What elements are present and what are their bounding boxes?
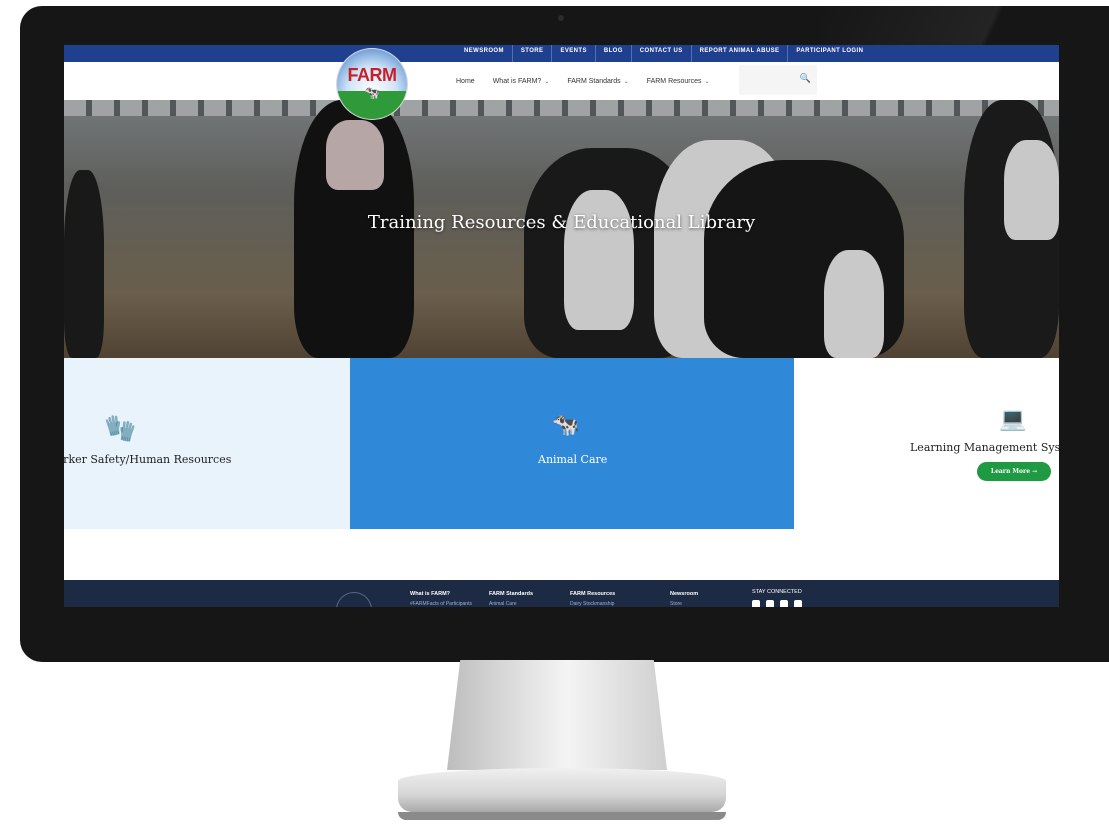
chevron-down-icon: ⌄ — [704, 78, 710, 85]
cow-icon: 🐄 — [364, 85, 381, 100]
footer-sub-stockmanship[interactable]: Dairy Stockmanship — [570, 601, 614, 607]
content-gap — [64, 529, 1059, 580]
utility-link-contact[interactable]: CONTACT US — [630, 45, 691, 62]
footer: What is FARM? #FARMFacts of Participants… — [64, 580, 1059, 607]
chevron-down-icon: ⌄ — [544, 78, 550, 85]
card-animal-care[interactable]: 🐄 Animal Care — [350, 358, 794, 529]
webcam — [558, 15, 564, 21]
utility-link-blog[interactable]: BLOG — [594, 45, 631, 62]
nav-home-label: Home — [456, 77, 475, 85]
card-animal-care-label: Animal Care — [538, 453, 608, 466]
search-icon[interactable]: 🔍 — [800, 73, 811, 84]
utility-link-store[interactable]: STORE — [511, 45, 552, 62]
card-learning-management[interactable]: 💻 Learning Management System Learn More … — [794, 358, 1059, 529]
card-learning-management-label: Learning Management System — [910, 441, 1059, 454]
monitor-stand-shadow — [398, 812, 726, 820]
instagram-icon[interactable]: i — [780, 600, 788, 607]
learn-more-button[interactable]: Learn More → — [977, 462, 1051, 481]
nav-farm-resources-label: FARM Resources — [646, 77, 702, 85]
search-input[interactable]: 🔍 — [739, 65, 817, 95]
logo-text: FARM — [347, 65, 398, 85]
footer-sub-animal-care[interactable]: Animal Care — [489, 601, 517, 607]
utility-link-newsroom[interactable]: NEWSROOM — [456, 45, 512, 62]
main-nav: Home What is FARM? ⌄ FARM Standards ⌄ FARM… — [456, 62, 728, 100]
gloves-icon: 🧤 — [104, 413, 137, 443]
website-screen: NEWSROOM STORE EVENTS BLOG CONTACT US RE… — [64, 45, 1059, 607]
utility-bar: NEWSROOM STORE EVENTS BLOG CONTACT US RE… — [64, 45, 1059, 62]
nav-farm-resources[interactable]: FARM Resources ⌄ — [647, 78, 710, 85]
utility-link-report-abuse[interactable]: REPORT ANIMAL ABUSE — [690, 45, 788, 62]
utility-link-events[interactable]: EVENTS — [551, 45, 594, 62]
twitter-icon[interactable]: t — [766, 600, 774, 607]
footer-col-what-is-farm[interactable]: What is FARM? — [410, 591, 450, 597]
nav-farm-standards[interactable]: FARM Standards ⌄ — [567, 78, 628, 85]
card-worker-safety[interactable]: 🧤 Worker Safety/Human Resources — [64, 358, 350, 529]
footer-sub-participants[interactable]: #FARMFacts of Participants — [410, 601, 472, 607]
monitor-stand-base — [398, 768, 726, 812]
nav-home[interactable]: Home — [456, 78, 475, 85]
footer-stay-connected: STAY CONNECTED — [752, 589, 802, 595]
footer-col-newsroom[interactable]: Newsroom — [670, 591, 698, 597]
hero-title: Training Resources & Educational Library — [367, 212, 756, 233]
facebook-icon[interactable]: f — [752, 600, 760, 607]
monitor-stand-neck — [447, 660, 667, 770]
utility-links: NEWSROOM STORE EVENTS BLOG CONTACT US RE… — [456, 45, 871, 62]
youtube-icon[interactable]: y — [794, 600, 802, 607]
farm-logo[interactable]: FARM 🐄 — [337, 49, 407, 119]
nav-what-is-farm-label: What is FARM? — [492, 77, 542, 85]
footer-logo[interactable] — [336, 592, 372, 607]
footer-col-resources[interactable]: FARM Resources — [570, 591, 615, 597]
laptop-icon: 💻 — [999, 406, 1027, 431]
footer-col-standards[interactable]: FARM Standards — [489, 591, 533, 597]
chevron-down-icon: ⌄ — [623, 78, 629, 85]
resource-cards: 🧤 Worker Safety/Human Resources 🐄 Animal… — [64, 358, 1059, 529]
cow-hand-icon: 🐄 — [552, 412, 580, 437]
nav-farm-standards-label: FARM Standards — [567, 77, 621, 85]
footer-sub-store[interactable]: Store — [670, 601, 682, 607]
social-links: f t i y — [752, 600, 802, 607]
utility-link-participant-login[interactable]: PARTICIPANT LOGIN — [787, 45, 871, 62]
card-worker-safety-label: Worker Safety/Human Resources — [64, 453, 232, 466]
main-nav-bar: Home What is FARM? ⌄ FARM Standards ⌄ FARM… — [64, 62, 1059, 101]
nav-what-is-farm[interactable]: What is FARM? ⌄ — [493, 78, 550, 85]
hero-banner: Training Resources & Educational Library — [64, 100, 1059, 358]
